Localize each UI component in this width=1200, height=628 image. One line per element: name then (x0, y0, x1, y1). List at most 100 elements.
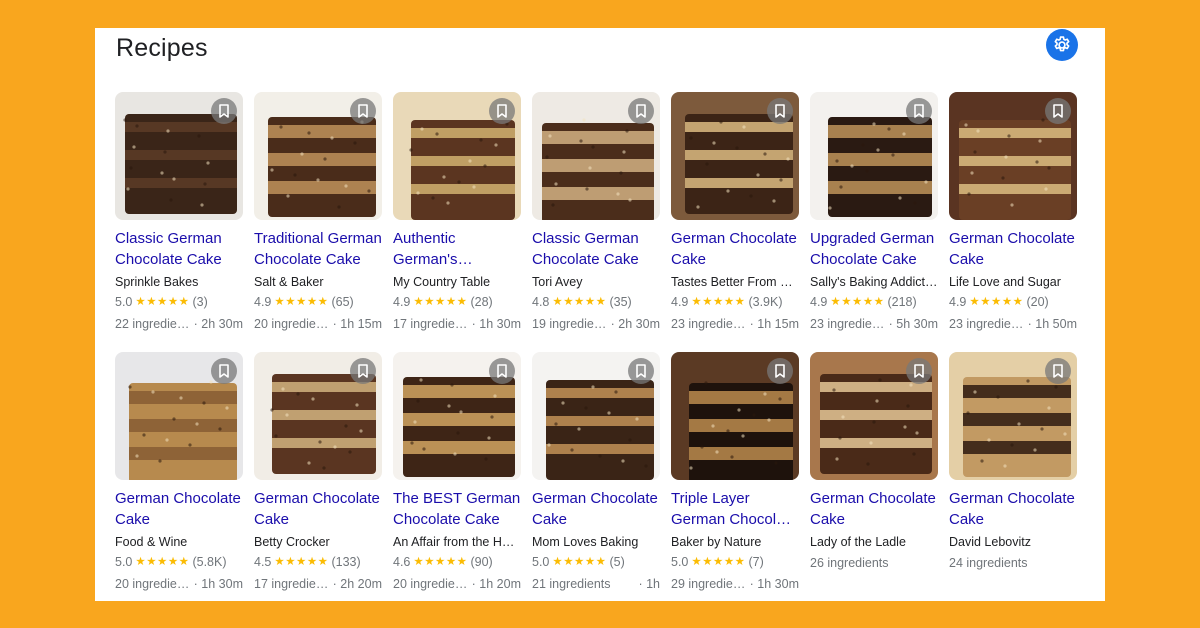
recipe-title-link[interactable]: Triple Layer German Chocolate Cake (671, 488, 799, 530)
recipe-meta: 17 ingredients · 1h 30m (393, 313, 521, 335)
rating-value: 4.8 (532, 295, 550, 309)
review-count: (65) (331, 295, 354, 309)
cook-time: · 5h 30m (885, 317, 938, 331)
recipe-title-link[interactable]: German Chocolate Cake (949, 228, 1077, 270)
bookmark-icon[interactable] (211, 98, 237, 124)
recipe-rating: 5.0 ★★★★★ (5.8K) (115, 552, 243, 573)
recipe-card[interactable]: Classic German Chocolate Cake Tori Avey 4.… (532, 92, 660, 352)
recipe-thumbnail[interactable] (532, 352, 660, 480)
review-count: (90) (470, 555, 493, 569)
recipe-thumbnail[interactable] (254, 92, 382, 220)
recipe-title-link[interactable]: Upgraded German Chocolate Cake (810, 228, 938, 270)
recipe-title-link[interactable]: German Chocolate Cake (671, 228, 799, 270)
recipe-thumbnail[interactable] (115, 352, 243, 480)
recipe-thumbnail[interactable] (532, 92, 660, 220)
recipe-card[interactable]: German Chocolate Cake David Lebovitz 24 in… (949, 352, 1077, 612)
recipe-source: Tastes Better From Scratch (671, 275, 799, 289)
recipe-card[interactable]: German Chocolate Cake Food & Wine 5.0 ★★★★★… (115, 352, 243, 612)
bookmark-icon[interactable] (489, 98, 515, 124)
recipe-card[interactable]: German Chocolate Cake Lady of the Ladle 26… (810, 352, 938, 612)
bookmark-icon[interactable] (1045, 98, 1071, 124)
recipe-source: Sprinkle Bakes (115, 275, 199, 289)
recipe-card[interactable]: The BEST German Chocolate Cake An Affair … (393, 352, 521, 612)
recipe-meta: 22 ingredients · 2h 30m (115, 313, 243, 335)
recipe-rating: 4.9 ★★★★★ (3.9K) (671, 292, 799, 313)
recipe-title-link[interactable]: German Chocolate Cake (810, 488, 938, 530)
rating-value: 4.9 (671, 295, 689, 309)
bookmark-icon[interactable] (767, 358, 793, 384)
bookmark-icon[interactable] (906, 358, 932, 384)
recipe-title-link[interactable]: German Chocolate Cake (115, 488, 243, 530)
recipe-source: Salt & Baker (254, 275, 324, 289)
settings-button[interactable] (1046, 29, 1078, 61)
recipe-meta: 19 ingredients · 2h 30m (532, 313, 660, 335)
recipe-thumbnail[interactable] (949, 92, 1077, 220)
review-count: (5) (609, 555, 625, 569)
ingredient-count: 20 ingredients (115, 577, 191, 591)
section-title: Recipes (116, 34, 208, 62)
recipe-card[interactable]: Upgraded German Chocolate Cake Sally's Ba… (810, 92, 938, 352)
recipe-thumbnail[interactable] (949, 352, 1077, 480)
rating-value: 4.9 (393, 295, 411, 309)
bookmark-icon[interactable] (628, 98, 654, 124)
cook-time: · 1h 15m (746, 317, 799, 331)
recipe-thumbnail[interactable] (393, 352, 521, 480)
recipe-rating: 4.9 ★★★★★ (20) (949, 292, 1077, 313)
recipe-thumbnail[interactable] (671, 92, 799, 220)
recipe-card[interactable]: Classic German Chocolate Cake Sprinkle Ba… (115, 92, 243, 352)
bookmark-icon[interactable] (489, 358, 515, 384)
recipe-card[interactable]: German Chocolate Cake Betty Crocker 4.5 ★★★… (254, 352, 382, 612)
recipe-thumbnail[interactable] (810, 92, 938, 220)
recipe-card[interactable]: German Chocolate Cake Life Love and Sugar… (949, 92, 1077, 352)
ingredient-count: 29 ingredients (671, 577, 747, 591)
recipe-card[interactable]: German Chocolate Cake Mom Loves Baking 5.0… (532, 352, 660, 612)
rating-value: 5.0 (115, 295, 133, 309)
recipe-rating: 4.9 ★★★★★ (65) (254, 292, 382, 313)
rating-stars-icon: ★★★★★ (135, 556, 190, 568)
recipe-meta: 23 ingredients · 1h 50m (949, 313, 1077, 335)
recipe-card[interactable]: Triple Layer German Chocolate Cake Baker … (671, 352, 799, 612)
review-count: (35) (609, 295, 632, 309)
recipe-title-link[interactable]: Traditional German Chocolate Cake (254, 228, 382, 270)
bookmark-icon[interactable] (350, 98, 376, 124)
bookmark-icon[interactable] (767, 98, 793, 124)
recipe-title-link[interactable]: German Chocolate Cake (949, 488, 1077, 530)
rating-stars-icon: ★★★★★ (274, 556, 329, 568)
recipe-card[interactable]: German Chocolate Cake Tastes Better From … (671, 92, 799, 352)
rating-value: 5.0 (115, 555, 133, 569)
cook-time: · 2h 30m (607, 317, 660, 331)
recipe-thumbnail[interactable] (115, 92, 243, 220)
recipe-title-link[interactable]: Authentic German's Chocolate Cake (393, 228, 521, 270)
recipe-title-link[interactable]: German Chocolate Cake (254, 488, 382, 530)
cook-time: · 1h 30m (190, 577, 243, 591)
recipe-rating: 5.0 ★★★★★ (3) (115, 292, 243, 313)
recipe-card[interactable]: Traditional German Chocolate Cake Salt & … (254, 92, 382, 352)
rating-stars-icon: ★★★★★ (969, 296, 1024, 308)
cook-time: · 1h 30m (746, 577, 799, 591)
recipe-thumbnail[interactable] (810, 352, 938, 480)
recipe-title-link[interactable]: Classic German Chocolate Cake (532, 228, 660, 270)
recipe-title-link[interactable]: The BEST German Chocolate Cake (393, 488, 521, 530)
recipe-thumbnail[interactable] (254, 352, 382, 480)
recipe-title-link[interactable]: Classic German Chocolate Cake (115, 228, 243, 270)
recipe-meta: 29 ingredients · 1h 30m (671, 573, 799, 595)
review-count: (20) (1026, 295, 1049, 309)
rating-stars-icon: ★★★★★ (830, 296, 885, 308)
recipes-panel: Recipes Classic German Chocolate Cake Spr… (95, 28, 1105, 601)
rating-value: 4.6 (393, 555, 411, 569)
recipe-rating: 4.6 ★★★★★ (90) (393, 552, 521, 573)
recipe-title-link[interactable]: German Chocolate Cake (532, 488, 660, 530)
cook-time: · 1h 50m (1024, 317, 1077, 331)
bookmark-icon[interactable] (628, 358, 654, 384)
rating-value: 5.0 (671, 555, 689, 569)
recipe-meta: 24 ingredients (949, 552, 1077, 574)
bookmark-icon[interactable] (350, 358, 376, 384)
recipe-card[interactable]: Authentic German's Chocolate Cake My Coun… (393, 92, 521, 352)
bookmark-icon[interactable] (211, 358, 237, 384)
recipe-thumbnail[interactable] (671, 352, 799, 480)
bookmark-icon[interactable] (906, 98, 932, 124)
recipe-thumbnail[interactable] (393, 92, 521, 220)
ingredient-count: 22 ingredients (115, 317, 191, 331)
ingredient-count: 17 ingredients (254, 577, 330, 591)
bookmark-icon[interactable] (1045, 358, 1071, 384)
